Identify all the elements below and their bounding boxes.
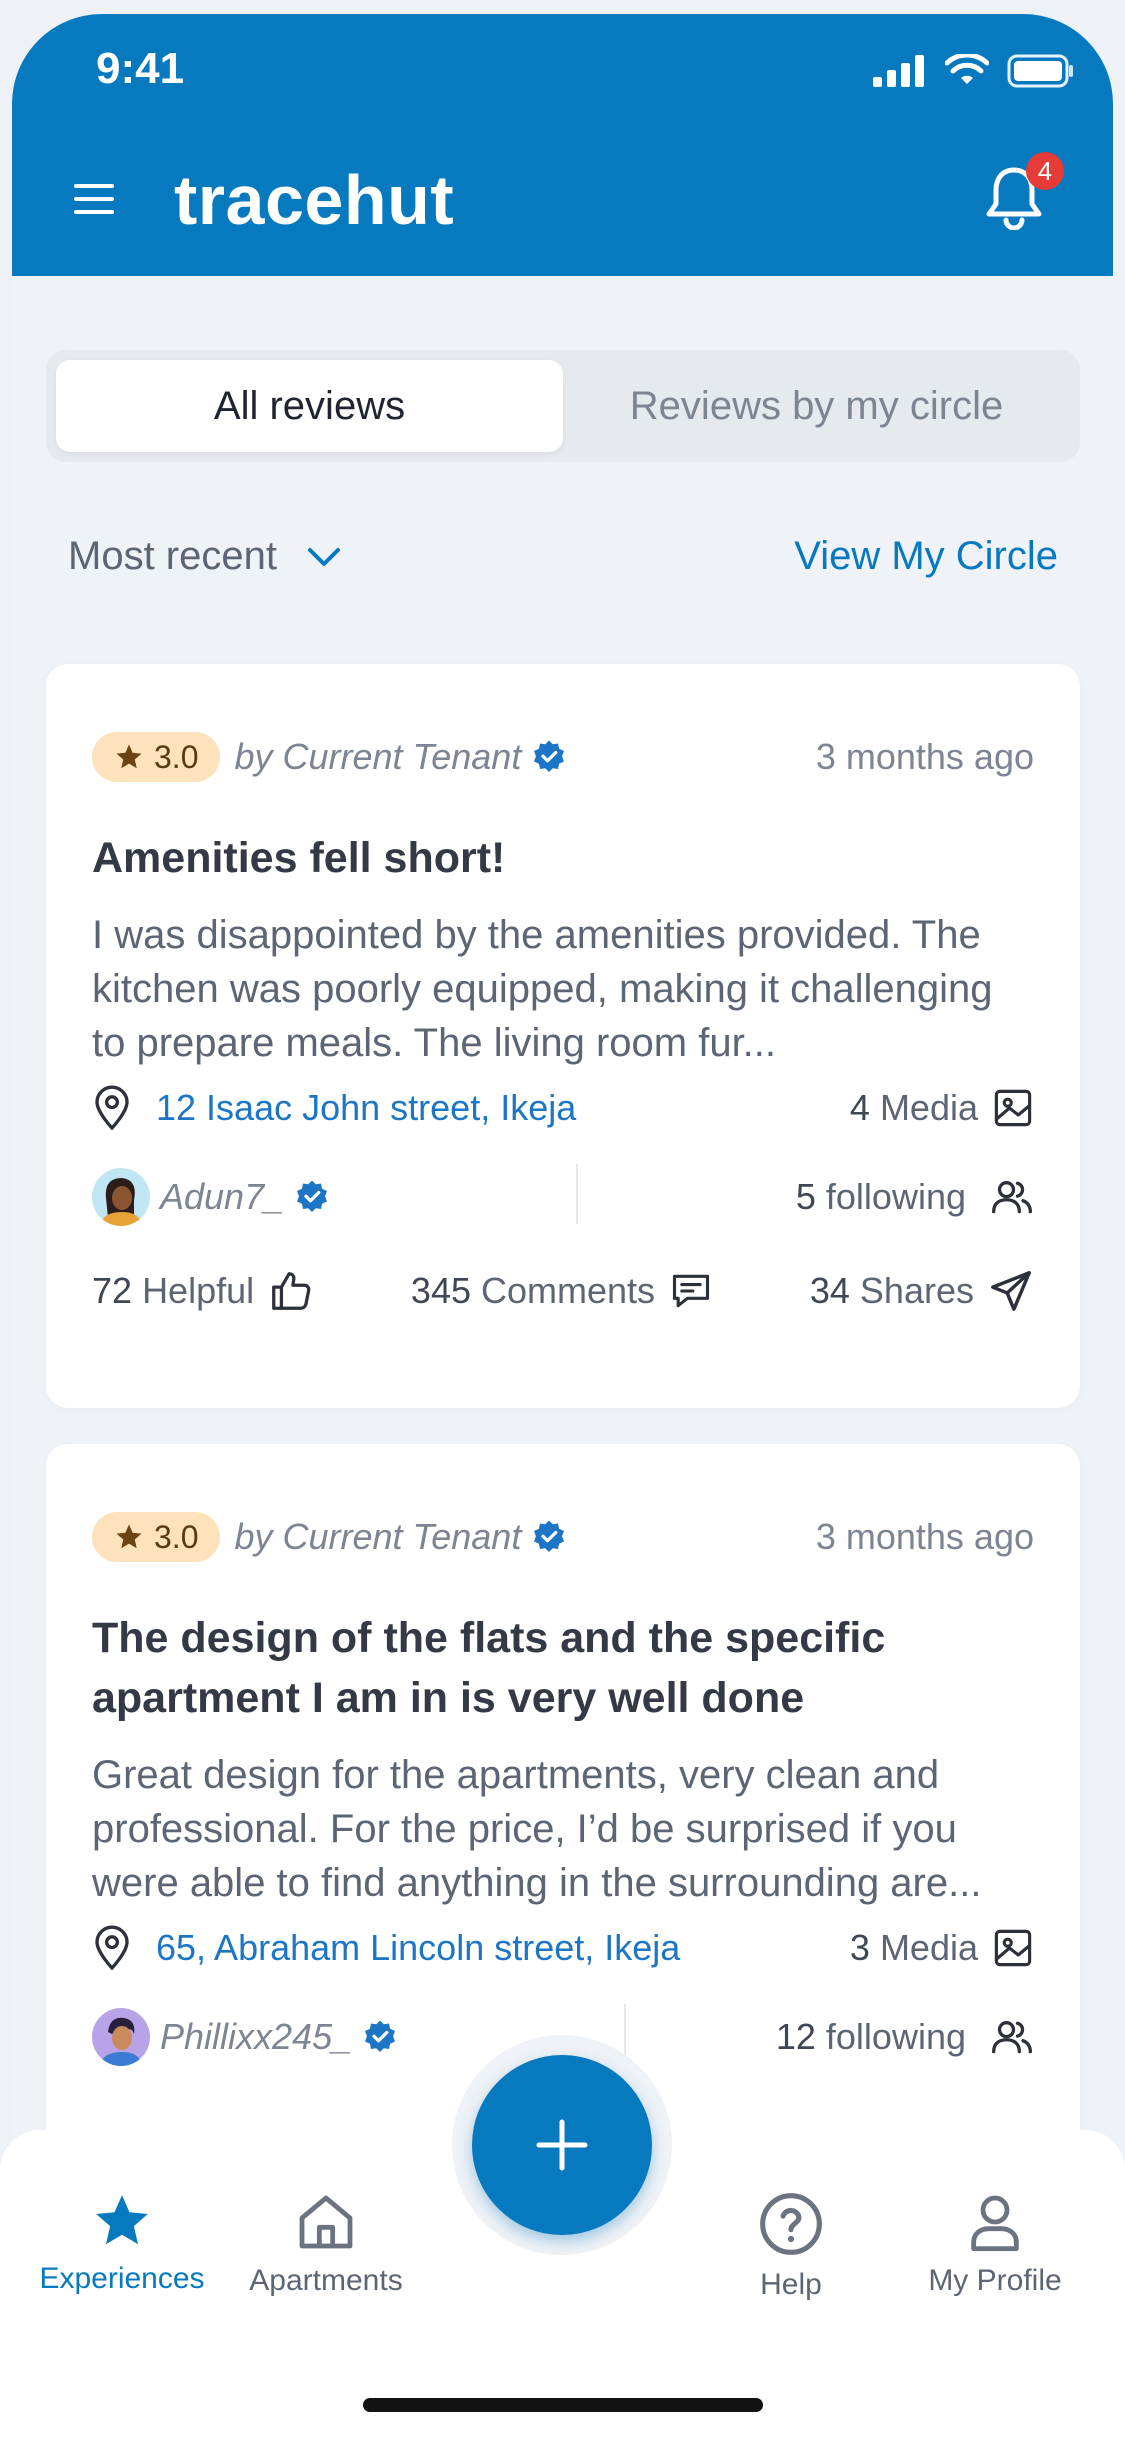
- location-pin-icon: [95, 1085, 129, 1131]
- chevron-down-icon: [307, 547, 340, 566]
- battery-icon: [1007, 54, 1073, 88]
- avatar: [92, 2008, 150, 2066]
- comments-count: 345: [410, 1270, 471, 1311]
- status-time: 9:41: [96, 44, 185, 93]
- reviewer[interactable]: Adun7_: [92, 1168, 330, 1226]
- nav-label: Help: [760, 2268, 822, 2301]
- review-info-row: 65, Abraham Lincoln street, Ikeja 3 Medi…: [92, 1924, 1034, 1972]
- rating-value: 3.0: [154, 738, 199, 775]
- reviewer-username: Adun7_: [160, 1176, 285, 1217]
- review-stats: 72 Helpful 345 Comments 34 Shares: [92, 1268, 1034, 1314]
- rating-badge: 3.0: [92, 732, 221, 782]
- review-time: 3 months ago: [815, 1516, 1034, 1557]
- nav-experiences[interactable]: Experiences: [22, 2190, 222, 2296]
- author-type: by Current Tenant: [234, 1516, 522, 1557]
- review-time: 3 months ago: [815, 736, 1034, 777]
- app-title: tracehut: [174, 161, 455, 239]
- divider: [576, 1164, 578, 1224]
- review-card[interactable]: 3.0 by Current Tenant 3 months ago Ameni…: [46, 664, 1080, 1408]
- author-type: by Current Tenant: [234, 736, 522, 777]
- nav-help[interactable]: Help: [691, 2190, 891, 2302]
- comment-icon: [673, 1274, 710, 1308]
- home-indicator[interactable]: [363, 2398, 763, 2412]
- star-icon: [96, 2195, 148, 2245]
- media-count: 3: [849, 1927, 870, 1968]
- comments-button[interactable]: 345 Comments: [411, 1269, 713, 1313]
- app-header: 9:41 tracehut 4: [12, 14, 1113, 276]
- filter-row: Most recent View My Circle: [68, 534, 1058, 579]
- image-icon: [994, 1929, 1032, 1967]
- following-count: 12: [775, 2016, 816, 2057]
- nav-label: My Profile: [928, 2264, 1062, 2297]
- signal-icon: [873, 55, 924, 87]
- nav-my-profile[interactable]: My Profile: [895, 2190, 1095, 2298]
- following-button[interactable]: 5 following: [796, 1175, 1034, 1219]
- review-info-row: 12 Isaac John street, Ikeja 4 Media: [92, 1084, 1034, 1132]
- tab-all-reviews[interactable]: All reviews: [56, 360, 563, 452]
- verified-icon: [531, 1519, 567, 1555]
- review-title: The design of the flats and the specific…: [92, 1614, 886, 1722]
- thumbs-up-icon: [272, 1272, 311, 1310]
- notifications-button[interactable]: 4: [984, 152, 1064, 235]
- comments-label: Comments: [481, 1270, 656, 1311]
- review-tabs: All reviews Reviews by my circle: [46, 350, 1080, 462]
- status-icons: [873, 54, 1075, 88]
- media-button[interactable]: 3 Media: [850, 1927, 1034, 1969]
- users-icon: [992, 1181, 1032, 1214]
- following-button[interactable]: 12 following: [776, 2015, 1034, 2059]
- nav-apartments[interactable]: Apartments: [226, 2190, 426, 2298]
- rating-badge: 3.0: [92, 1512, 221, 1562]
- review-user-row: Adun7_ 5 following: [92, 1164, 1034, 1226]
- media-count: 4: [849, 1087, 870, 1128]
- nav-label: Experiences: [39, 2262, 205, 2295]
- tab-reviews-by-circle[interactable]: Reviews by my circle: [563, 360, 1070, 452]
- media-label: Media: [879, 1927, 978, 1968]
- location-pin-icon: [95, 1925, 129, 1971]
- sort-label: Most recent: [68, 534, 277, 578]
- following-label: following: [825, 1176, 966, 1217]
- profile-icon: [971, 2195, 1019, 2252]
- helpful-button[interactable]: 72 Helpful: [92, 1268, 314, 1314]
- helpful-label: Helpful: [142, 1270, 255, 1311]
- review-title: Amenities fell short!: [92, 834, 506, 882]
- media-label: Media: [879, 1087, 978, 1128]
- avatar: [92, 1168, 150, 1226]
- home-icon: [299, 2195, 353, 2249]
- help-icon: [760, 2193, 822, 2255]
- rating-value: 3.0: [154, 1518, 199, 1555]
- review-body: Great design for the apartments, very cl…: [92, 1753, 982, 1905]
- users-icon: [992, 2021, 1032, 2054]
- shares-label: Shares: [859, 1270, 974, 1311]
- following-count: 5: [795, 1176, 816, 1217]
- image-icon: [994, 1089, 1032, 1127]
- verified-icon: [294, 1179, 330, 1215]
- send-icon: [991, 1271, 1031, 1311]
- plus-icon: [536, 2119, 588, 2171]
- nav-label: Apartments: [249, 2264, 403, 2297]
- reviewer[interactable]: Phillixx245_: [92, 2008, 398, 2066]
- media-button[interactable]: 4 Media: [850, 1087, 1034, 1129]
- shares-button[interactable]: 34 Shares: [810, 1268, 1034, 1314]
- review-meta: 3.0 by Current Tenant 3 months ago: [92, 1512, 1034, 1562]
- notification-badge: 4: [1026, 152, 1064, 190]
- helpful-count: 72: [92, 1270, 133, 1311]
- star-icon: [116, 1524, 142, 1549]
- verified-icon: [531, 739, 567, 775]
- view-my-circle-link[interactable]: View My Circle: [794, 534, 1058, 579]
- menu-icon[interactable]: [74, 184, 114, 219]
- following-label: following: [825, 2016, 966, 2057]
- sort-dropdown[interactable]: Most recent: [68, 534, 341, 579]
- reviewer-username: Phillixx245_: [160, 2016, 353, 2057]
- add-review-button[interactable]: [472, 2055, 652, 2235]
- review-address[interactable]: 12 Isaac John street, Ikeja: [156, 1087, 576, 1129]
- review-body: I was disappointed by the amenities prov…: [92, 913, 993, 1065]
- review-address[interactable]: 65, Abraham Lincoln street, Ikeja: [156, 1927, 680, 1969]
- star-icon: [116, 744, 142, 769]
- wifi-icon: [945, 54, 989, 84]
- review-meta: 3.0 by Current Tenant 3 months ago: [92, 732, 1034, 782]
- verified-icon: [362, 2019, 398, 2055]
- shares-count: 34: [809, 1270, 850, 1311]
